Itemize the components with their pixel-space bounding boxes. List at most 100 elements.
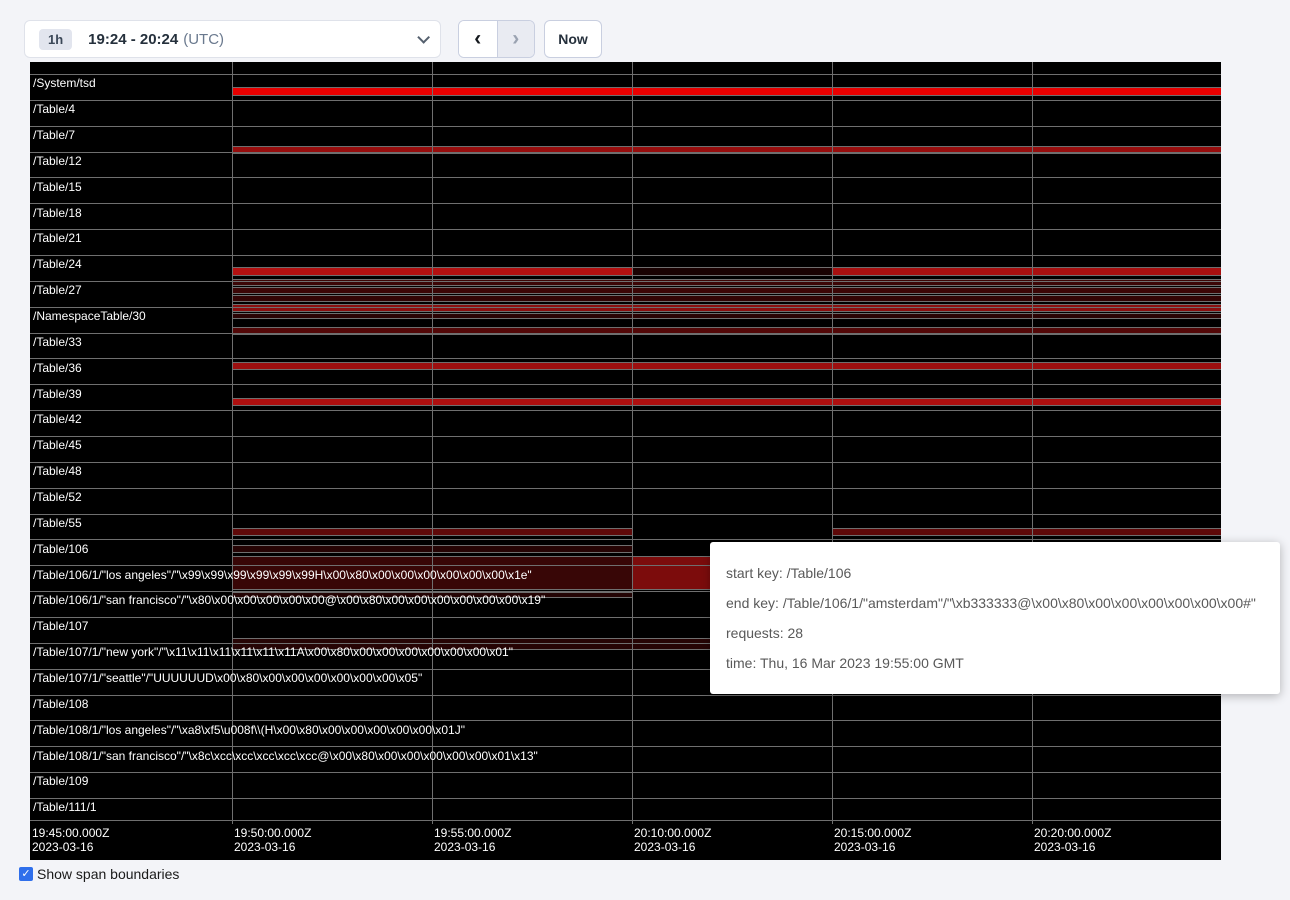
now-button[interactable]: Now — [544, 20, 602, 58]
row-label: /Table/7 — [33, 128, 75, 142]
row-label: /Table/42 — [33, 412, 82, 426]
heat-band[interactable] — [233, 528, 633, 536]
time-gridline — [1032, 62, 1033, 824]
row-boundary-line — [30, 514, 1221, 515]
row-label: /Table/52 — [33, 490, 82, 504]
time-range-select[interactable]: 1h 19:24 - 20:24 (UTC) — [24, 20, 441, 58]
row-boundary-line — [30, 307, 1221, 308]
x-axis-tick: 20:15:00.000Z2023-03-16 — [834, 826, 911, 854]
row-label: /Table/12 — [33, 154, 82, 168]
prev-time-button[interactable]: ‹ — [459, 21, 497, 57]
row-label: /Table/108/1/"san francisco"/"\x8c\xcc\x… — [33, 749, 538, 763]
time-gridline — [432, 62, 433, 824]
row-boundary-line — [30, 695, 1221, 696]
row-boundary-line — [30, 281, 1221, 282]
row-label: /Table/55 — [33, 516, 82, 530]
row-boundary-line — [30, 410, 1221, 411]
row-boundary-line — [30, 203, 1221, 204]
tick-time: 20:10:00.000Z — [634, 826, 711, 840]
tooltip-start-key: start key: /Table/106 — [726, 565, 1264, 581]
key-visualizer-canvas[interactable]: /System/tsd/Table/4/Table/7/Table/12/Tab… — [30, 62, 1221, 860]
time-range-duration-badge: 1h — [39, 29, 72, 50]
tooltip-end-key: end key: /Table/106/1/"amsterdam"/"\xb33… — [726, 595, 1264, 611]
x-axis-tick: 19:55:00.000Z2023-03-16 — [434, 826, 511, 854]
span-boundaries-control: ✓ Show span boundaries — [19, 866, 179, 882]
show-span-boundaries-checkbox[interactable]: ✓ — [19, 867, 33, 881]
x-axis-tick: 19:45:00.000Z2023-03-16 — [32, 826, 109, 854]
heat-band[interactable] — [833, 528, 1221, 536]
row-boundary-line — [30, 488, 1221, 489]
row-label: /Table/107/1/"seattle"/"UUUUUUD\x00\x80\… — [33, 671, 422, 685]
tooltip-requests: requests: 28 — [726, 625, 1264, 641]
time-range-text: 19:24 - 20:24 — [88, 31, 178, 48]
heat-band[interactable] — [233, 398, 1221, 406]
row-label: /Table/108/1/"los angeles"/"\xa8\xf5\u00… — [33, 723, 465, 737]
row-boundary-line — [30, 384, 1221, 385]
row-label: /Table/107 — [33, 619, 88, 633]
tick-date: 2023-03-16 — [634, 840, 711, 854]
row-boundary-line — [30, 746, 1221, 747]
tick-time: 20:15:00.000Z — [834, 826, 911, 840]
tick-time: 20:20:00.000Z — [1034, 826, 1111, 840]
time-gridline — [832, 62, 833, 824]
heat-band[interactable] — [233, 327, 1221, 335]
heat-band[interactable] — [233, 313, 1221, 319]
row-boundary-line — [30, 358, 1221, 359]
tick-date: 2023-03-16 — [32, 840, 109, 854]
row-label: /Table/15 — [33, 180, 82, 194]
heat-band[interactable] — [233, 545, 633, 553]
row-label: /Table/4 — [33, 102, 75, 116]
hover-tooltip: start key: /Table/106 end key: /Table/10… — [710, 542, 1280, 694]
row-label: /Table/39 — [33, 387, 82, 401]
row-label: /Table/45 — [33, 438, 82, 452]
time-range-timezone: (UTC) — [183, 31, 224, 48]
x-axis-tick: 20:20:00.000Z2023-03-16 — [1034, 826, 1111, 854]
time-gridline — [632, 62, 633, 824]
heat-band[interactable] — [233, 295, 1221, 302]
heat-band[interactable] — [233, 304, 1221, 312]
heat-band[interactable] — [233, 146, 1221, 154]
heat-band[interactable] — [233, 287, 1221, 294]
heat-band[interactable] — [633, 267, 833, 276]
row-label: /Table/33 — [33, 335, 82, 349]
row-boundary-line — [30, 462, 1221, 463]
row-boundary-line — [30, 100, 1221, 101]
row-boundary-line — [30, 436, 1221, 437]
row-label: /Table/107/1/"new york"/"\x11\x11\x11\x1… — [33, 645, 513, 659]
row-label: /Table/27 — [33, 283, 82, 297]
tick-date: 2023-03-16 — [434, 840, 511, 854]
row-boundary-line — [30, 74, 1221, 75]
x-axis-tick: 20:10:00.000Z2023-03-16 — [634, 826, 711, 854]
tooltip-time: time: Thu, 16 Mar 2023 19:55:00 GMT — [726, 655, 1264, 671]
x-axis-tick: 19:50:00.000Z2023-03-16 — [234, 826, 311, 854]
row-boundary-line — [30, 798, 1221, 799]
tick-date: 2023-03-16 — [834, 840, 911, 854]
heat-band[interactable] — [233, 87, 1221, 96]
row-label: /NamespaceTable/30 — [33, 309, 146, 323]
tick-time: 19:50:00.000Z — [234, 826, 311, 840]
row-label: /System/tsd — [33, 76, 96, 90]
heat-band[interactable] — [233, 267, 633, 276]
heat-band[interactable] — [233, 362, 1221, 370]
row-label: /Table/21 — [33, 231, 82, 245]
row-boundary-line — [30, 539, 1221, 540]
row-boundary-line — [30, 720, 1221, 721]
next-time-button[interactable]: › — [497, 21, 535, 57]
row-boundary-line — [30, 820, 1221, 821]
row-label: /Table/24 — [33, 257, 82, 271]
row-boundary-line — [30, 177, 1221, 178]
chevron-down-icon — [417, 31, 430, 44]
tick-date: 2023-03-16 — [1034, 840, 1111, 854]
show-span-boundaries-label: Show span boundaries — [37, 866, 179, 882]
heat-band[interactable] — [833, 267, 1221, 276]
row-label: /Table/48 — [33, 464, 82, 478]
tick-date: 2023-03-16 — [234, 840, 311, 854]
row-boundary-line — [30, 772, 1221, 773]
row-boundary-line — [30, 229, 1221, 230]
row-label: /Table/18 — [33, 206, 82, 220]
tick-time: 19:55:00.000Z — [434, 826, 511, 840]
tick-time: 19:45:00.000Z — [32, 826, 109, 840]
row-label: /Table/106/1/"los angeles"/"\x99\x99\x99… — [33, 568, 532, 582]
row-label: /Table/109 — [33, 774, 88, 788]
row-label: /Table/111/1 — [33, 800, 97, 814]
